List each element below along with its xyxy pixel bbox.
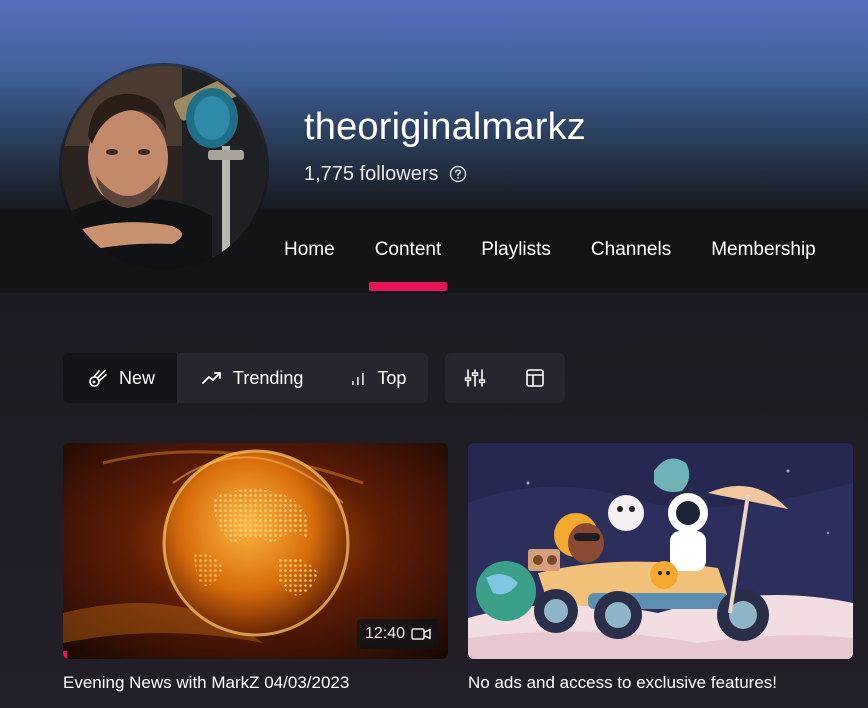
membership-illustration	[468, 443, 853, 659]
video-camera-icon	[411, 628, 431, 640]
view-tools-group	[445, 353, 565, 403]
video-duration: 12:40	[364, 625, 405, 642]
followers-row: 1,775 followers	[304, 162, 467, 186]
channel-page: theoriginalmarkz 1,775 followers Home Co…	[0, 0, 868, 708]
tab-playlists[interactable]: Playlists	[461, 226, 571, 274]
channel-tabs: Home Content Playlists Channels Membersh…	[264, 226, 836, 291]
layout-toggle-button[interactable]	[505, 353, 565, 403]
channel-name: theoriginalmarkz	[304, 106, 586, 148]
layout-icon	[526, 369, 544, 387]
avatar-photo	[62, 66, 266, 270]
followers-count: 1,775 followers	[304, 162, 439, 185]
tab-channels[interactable]: Channels	[571, 226, 691, 274]
filter-new-button[interactable]: New	[63, 353, 178, 403]
video-duration-badge: 12:40	[356, 619, 439, 649]
filter-trending-button[interactable]: Trending	[177, 353, 325, 403]
sliders-icon	[464, 369, 486, 387]
tab-home[interactable]: Home	[264, 226, 355, 274]
tab-membership[interactable]: Membership	[691, 226, 836, 274]
help-circle-icon[interactable]	[449, 165, 467, 183]
video-title[interactable]: Evening News with MarkZ 04/03/2023	[63, 673, 448, 693]
membership-promo-card[interactable]: No ads and access to exclusive features!	[468, 443, 853, 693]
filter-trending-label: Trending	[233, 367, 304, 388]
filter-top-label: Top	[377, 367, 407, 388]
tab-content[interactable]: Content	[355, 226, 462, 291]
filter-top-button[interactable]: Top	[325, 353, 428, 403]
video-thumbnail[interactable]: 12:40	[63, 443, 448, 659]
channel-avatar[interactable]	[62, 66, 266, 270]
sort-filter-group: New Trending Top	[63, 353, 429, 403]
trending-up-icon	[202, 372, 221, 384]
signal-bars-icon	[352, 373, 365, 385]
comet-icon	[89, 369, 107, 387]
promo-thumbnail[interactable]	[468, 443, 853, 659]
video-card[interactable]: 12:40 Evening News with MarkZ 04/03/2023	[63, 443, 448, 693]
promo-title[interactable]: No ads and access to exclusive features!	[468, 673, 853, 693]
filter-new-label: New	[119, 367, 156, 388]
filter-settings-button[interactable]	[445, 353, 505, 403]
